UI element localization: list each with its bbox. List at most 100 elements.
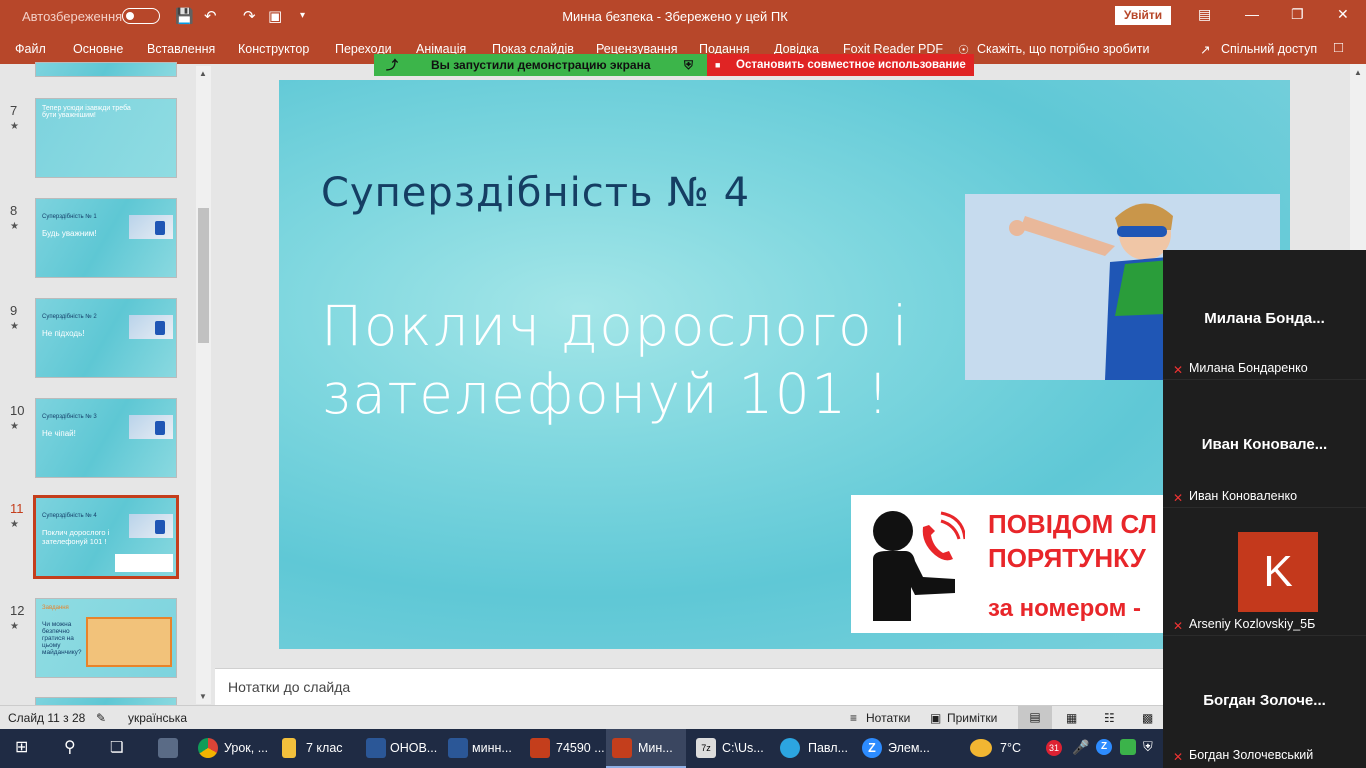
tell-me-search[interactable]: Скажіть, що потрібно зробити (977, 42, 1150, 56)
thumbnail-slide-11-selected[interactable]: Суперздібність № 4 Поклич дорослого і за… (33, 495, 179, 579)
thumbnail-title: Завдання (42, 605, 69, 611)
participant-label: ✕ Arseniy Kozlovskiy_5Б (1169, 615, 1320, 633)
language-indicator[interactable]: українська (128, 711, 187, 725)
participant-tile[interactable]: K ✕ Arseniy Kozlovskiy_5Б (1163, 508, 1366, 636)
7zip-icon: 7z (696, 738, 716, 758)
taskbar-item-powerpoint-active[interactable]: Мин... (606, 729, 686, 768)
thumbnail-text: Не підходь! (42, 329, 85, 338)
taskbar-item-zoom[interactable]: Z Элем... (858, 729, 938, 768)
taskbar-calculator[interactable] (146, 729, 186, 768)
avatar: K (1238, 532, 1318, 612)
slide-sorter-icon[interactable]: ▦ (1066, 711, 1077, 725)
thumbnail-slide-9[interactable]: Суперздібність № 2 Не підходь! (35, 298, 177, 378)
taskbar-label: C:\Us... (722, 741, 764, 755)
screen-share-bar: ⤴ Вы запустили демонстрацию экрана ⛨ ■ О… (374, 54, 974, 76)
taskbar-label: ОНОВ... (390, 741, 438, 755)
thumbnail-slide-7[interactable]: Тепер усюди ізавжди треба бути уважнішим… (35, 98, 177, 178)
present-icon[interactable]: ▣ (268, 7, 282, 25)
thumbnail-scrollbar[interactable]: ▲ ▼ (196, 66, 211, 704)
tab-design[interactable]: Конструктор (238, 42, 309, 56)
thumbnail-number: 9 (10, 303, 18, 318)
taskbar-item-chrome[interactable]: Урок, ... (190, 729, 270, 768)
thumbnail-number: 10 (10, 403, 25, 418)
powerpoint-icon (612, 738, 632, 758)
thumbnail-6-partial[interactable] (35, 62, 177, 77)
proofing-icon[interactable]: ✎ (96, 711, 106, 725)
ribbon-display-icon[interactable]: ▤ (1198, 6, 1211, 23)
pin-icon[interactable]: ⤴ (386, 54, 398, 76)
save-icon[interactable]: 💾 (175, 7, 194, 25)
minimize-icon[interactable]: — (1245, 6, 1259, 22)
zoom-tray-icon[interactable]: Z (1096, 739, 1112, 755)
participant-display-name: Иван Коновале... (1201, 436, 1328, 453)
task-view-button[interactable]: ❏ (96, 729, 144, 768)
taskbar-item-powerpoint-1[interactable]: 74590 ... (526, 729, 605, 768)
slide-body-text[interactable]: Поклич дорослого і зателефонуй 101 ! (321, 292, 941, 428)
tab-home[interactable]: Основне (73, 42, 123, 56)
slide-heading[interactable]: Суперздібність № 4 (321, 170, 750, 216)
animation-star-icon: ★ (10, 519, 19, 530)
thumbnail-number: 8 (10, 203, 18, 218)
taskbar-item-word-1[interactable]: ОНОВ... (358, 729, 438, 768)
search-icon: ⚲ (64, 739, 76, 756)
share-button[interactable]: Спільний доступ (1221, 42, 1317, 56)
participant-tile[interactable]: Богдан Золоче... ✕ Богдан Золочевський (1163, 636, 1366, 768)
thumbnail-slide-10[interactable]: Суперздібність № 3 Не чіпай! (35, 398, 177, 478)
tab-insert[interactable]: Вставлення (147, 42, 215, 56)
notes-toggle-button[interactable]: Нотатки (866, 711, 910, 725)
muted-mic-icon: ✕ (1173, 750, 1184, 764)
notification-badge-icon[interactable]: 31 (1046, 740, 1062, 756)
scroll-up-icon[interactable]: ▲ (199, 69, 207, 78)
signin-button[interactable]: Увійти (1115, 6, 1171, 25)
close-icon[interactable]: ✕ (1337, 6, 1349, 23)
animation-star-icon: ★ (10, 221, 19, 232)
thumbnail-slide-8[interactable]: Суперздібність № 1 Будь уважним! (35, 198, 177, 278)
taskbar-item-word-2[interactable]: минн... (442, 729, 522, 768)
current-slide[interactable]: Суперздібність № 4 Поклич дорослого і за… (279, 80, 1290, 649)
muted-mic-icon: ✕ (1173, 491, 1184, 505)
normal-view-icon[interactable]: ▤ (1018, 706, 1052, 729)
stop-sharing-label: Остановить совместное использование (736, 59, 966, 71)
scrollbar-thumb[interactable] (198, 208, 209, 343)
tray-app-icon[interactable] (1120, 739, 1136, 755)
maximize-icon[interactable]: ❐ (1291, 6, 1304, 23)
shield-icon: ⛨ (684, 58, 694, 72)
folder-icon (282, 738, 296, 758)
weather-temperature[interactable]: 7°C (1000, 741, 1021, 755)
stop-icon: ■ (715, 60, 721, 70)
comments-icon[interactable]: □ (1334, 39, 1343, 56)
taskbar-item-7zip[interactable]: 7z C:\Us... (690, 729, 770, 768)
thumbnail-title: Суперздібність № 1 (42, 214, 97, 220)
microphone-icon[interactable]: 🎤 (1072, 739, 1089, 756)
slideshow-view-icon[interactable]: ▩ (1142, 711, 1153, 725)
reading-view-icon[interactable]: ☷ (1104, 711, 1115, 725)
windows-icon: ⊞ (15, 739, 29, 756)
word-icon (366, 738, 386, 758)
thumbnail-text: Будь уважним! (42, 229, 97, 238)
comments-toggle-button[interactable]: Примітки (947, 711, 997, 725)
participant-tile[interactable]: Милана Бонда... ✕ Милана Бондаренко (1163, 252, 1366, 380)
title-bar: Автозбереження 💾 ↶ ↷ ▣ ▾ Минна безпека -… (0, 0, 1366, 33)
document-title: Минна безпека - Збережено у цей ПК (562, 9, 788, 24)
tray-security-icon[interactable]: ⛨ (1143, 739, 1153, 755)
slide-thumbnails-panel: 7 ★ Тепер усюди ізавжди треба бути уважн… (0, 62, 215, 717)
scroll-up-icon[interactable]: ▲ (1354, 68, 1362, 77)
comments-icon: ▣ (930, 711, 942, 725)
undo-icon[interactable]: ↶ (204, 7, 217, 25)
thumbnail-slide-12[interactable]: Завдання Чи можна безпечно гратися на ць… (35, 598, 177, 678)
start-button[interactable]: ⊞ (0, 729, 48, 768)
tab-file[interactable]: Файл (15, 42, 46, 56)
search-button[interactable]: ⚲ (48, 729, 96, 768)
redo-icon[interactable]: ↷ (243, 7, 256, 25)
taskbar-label: Элем... (888, 741, 930, 755)
scroll-down-icon[interactable]: ▼ (199, 692, 207, 701)
taskbar-item-telegram[interactable]: Павл... (774, 729, 854, 768)
taskbar-item-folder[interactable]: 7 клас (274, 729, 354, 768)
customize-qat-icon[interactable]: ▾ (300, 10, 305, 21)
participant-tile[interactable]: Иван Коновале... ✕ Иван Коноваленко (1163, 380, 1366, 508)
participant-label: ✕ Иван Коноваленко (1169, 487, 1302, 505)
stop-sharing-button[interactable]: ■ Остановить совместное использование (707, 54, 974, 76)
slide-counter: Слайд 11 з 28 (8, 711, 86, 725)
thumbnail-text: Тепер усюди ізавжди треба бути уважнішим… (42, 105, 131, 119)
autosave-toggle[interactable] (122, 8, 160, 24)
